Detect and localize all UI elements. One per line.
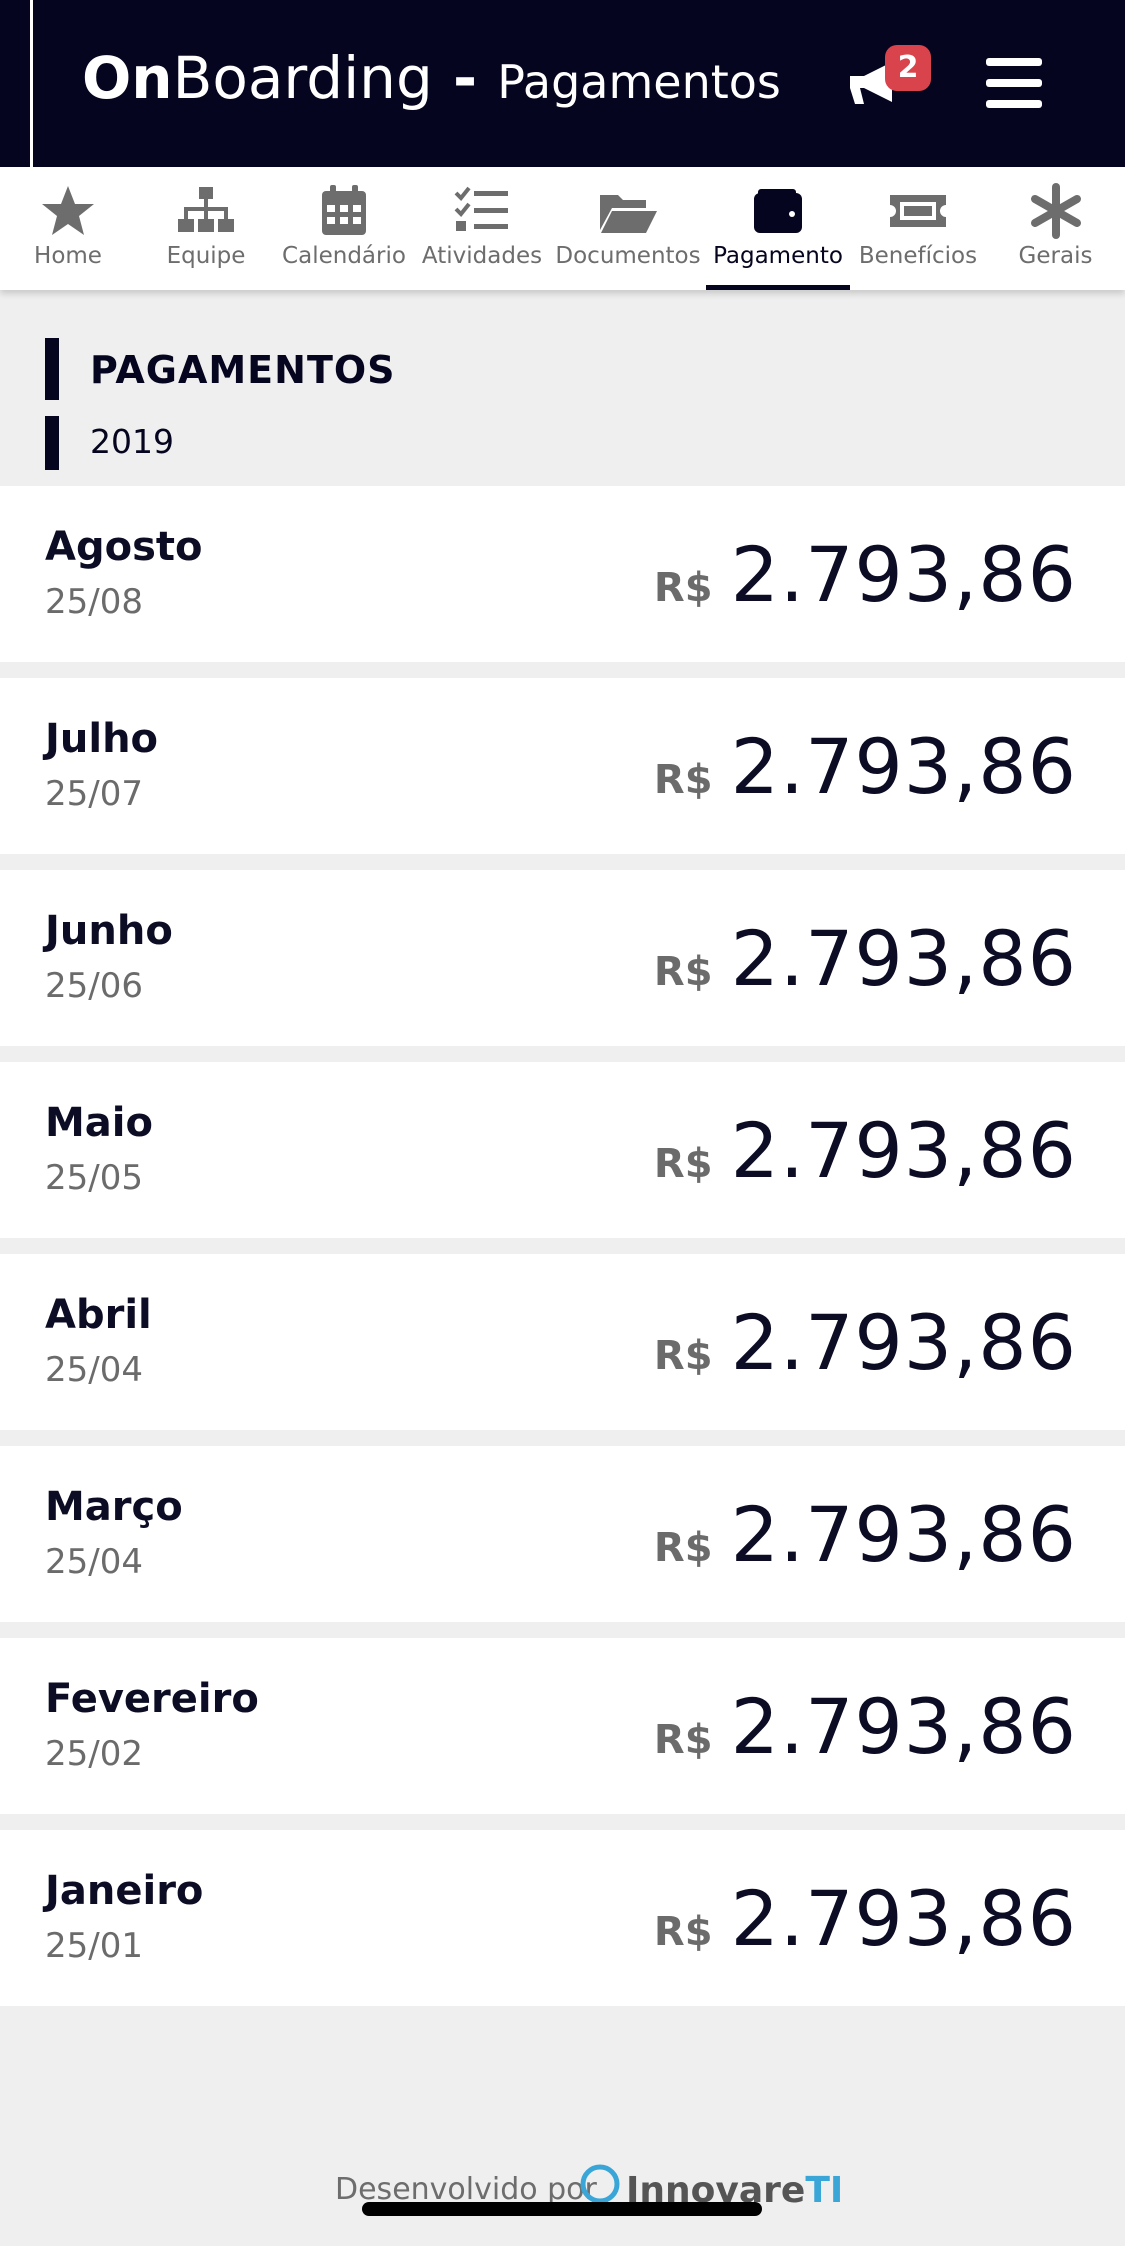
tab-label: Home [34, 243, 102, 269]
currency-symbol: R$ [653, 1525, 713, 1571]
payment-month: Janeiro [45, 1868, 204, 1914]
page-title: OnBoarding - Pagamentos [82, 44, 781, 112]
brand-on: On [82, 44, 173, 112]
amount-value: 2.793,86 [730, 1298, 1077, 1387]
payment-month: Maio [45, 1100, 153, 1146]
home-indicator[interactable] [362, 2202, 762, 2216]
payment-row[interactable]: Agosto 25/08 R$ 2.793,86 [0, 486, 1125, 662]
tab-gerais[interactable]: Gerais [986, 167, 1125, 290]
payment-row[interactable]: Janeiro 25/01 R$ 2.793,86 [0, 1830, 1125, 2006]
payment-row[interactable]: Junho 25/06 R$ 2.793,86 [0, 870, 1125, 1046]
hamburger-menu-icon[interactable] [986, 58, 1042, 108]
section-year: 2019 [90, 422, 174, 461]
payment-date: 25/05 [45, 1158, 143, 1198]
payment-amount: R$ 2.793,86 [654, 722, 1077, 811]
tab-label: Atividades [421, 243, 543, 269]
checklist-icon [454, 186, 508, 231]
wallet-icon [754, 189, 802, 233]
payment-month: Março [45, 1484, 183, 1530]
payment-amount: R$ 2.793,86 [654, 914, 1077, 1003]
payment-amount: R$ 2.793,86 [654, 530, 1077, 619]
star-icon [42, 186, 94, 235]
payment-amount: R$ 2.793,86 [654, 1874, 1077, 1963]
currency-symbol: R$ [653, 1717, 713, 1763]
tab-label: Pagamento [713, 243, 843, 269]
currency-symbol: R$ [653, 1333, 713, 1379]
innovare-logo-icon [580, 2164, 620, 2204]
tab-atividades[interactable]: Atividades [412, 167, 552, 290]
payment-date: 25/06 [45, 966, 143, 1006]
payment-date: 25/02 [45, 1734, 143, 1774]
payment-amount: R$ 2.793,86 [654, 1682, 1077, 1771]
payment-month: Fevereiro [45, 1676, 259, 1722]
org-chart-icon [178, 187, 234, 232]
payment-row[interactable]: Julho 25/07 R$ 2.793,86 [0, 678, 1125, 854]
amount-value: 2.793,86 [730, 530, 1077, 619]
payment-month: Julho [45, 716, 159, 762]
payment-amount: R$ 2.793,86 [654, 1490, 1077, 1579]
calendar-icon [322, 185, 366, 235]
section-title: PAGAMENTOS [90, 348, 396, 392]
folder-open-icon [600, 195, 657, 233]
tab-documentos[interactable]: Documentos [552, 167, 704, 290]
notification-badge[interactable]: 2 [885, 45, 931, 91]
payment-amount: R$ 2.793,86 [654, 1106, 1077, 1195]
currency-symbol: R$ [653, 1141, 713, 1187]
brand-boarding: Boarding [172, 44, 433, 112]
tab-label: Gerais [1018, 243, 1093, 269]
tab-beneficios[interactable]: Benefícios [850, 167, 986, 290]
payment-date: 25/04 [45, 1542, 143, 1582]
currency-symbol: R$ [653, 565, 713, 611]
currency-symbol: R$ [653, 949, 713, 995]
amount-value: 2.793,86 [730, 1490, 1077, 1579]
tab-pagamento[interactable]: Pagamento [706, 167, 850, 290]
payment-date: 25/08 [45, 582, 143, 622]
active-tab-underline [706, 285, 850, 290]
tab-bar: Home Equipe Calendário Atividades Docume… [0, 167, 1125, 290]
payment-month: Agosto [45, 524, 203, 570]
tab-label: Benefícios [858, 243, 978, 269]
tab-label: Equipe [166, 243, 246, 269]
tab-home[interactable]: Home [0, 167, 136, 290]
amount-value: 2.793,86 [730, 914, 1077, 1003]
ticket-icon [890, 195, 946, 227]
title-separator: - [432, 44, 498, 112]
amount-value: 2.793,86 [730, 1682, 1077, 1771]
tab-equipe[interactable]: Equipe [136, 167, 276, 290]
header-edge-line [30, 0, 33, 167]
currency-symbol: R$ [653, 1909, 713, 1955]
payment-date: 25/01 [45, 1926, 143, 1966]
payment-row[interactable]: Maio 25/05 R$ 2.793,86 [0, 1062, 1125, 1238]
section-accent-bar [45, 338, 59, 400]
title-section: Pagamentos [497, 55, 781, 109]
payment-row[interactable]: Fevereiro 25/02 R$ 2.793,86 [0, 1638, 1125, 1814]
payment-row[interactable]: Março 25/04 R$ 2.793,86 [0, 1446, 1125, 1622]
payment-amount: R$ 2.793,86 [654, 1298, 1077, 1387]
asterisk-icon [1030, 183, 1081, 239]
payment-date: 25/04 [45, 1350, 143, 1390]
payment-month: Junho [45, 908, 173, 954]
payment-month: Abril [45, 1292, 152, 1338]
amount-value: 2.793,86 [730, 1106, 1077, 1195]
payment-date: 25/07 [45, 774, 143, 814]
tab-calendario[interactable]: Calendário [276, 167, 412, 290]
section-accent-bar [45, 416, 59, 470]
payment-row[interactable]: Abril 25/04 R$ 2.793,86 [0, 1254, 1125, 1430]
amount-value: 2.793,86 [730, 1874, 1077, 1963]
tab-label: Documentos [555, 243, 701, 269]
currency-symbol: R$ [653, 757, 713, 803]
logo-accent: TI [805, 2170, 844, 2211]
tab-label: Calendário [282, 243, 406, 269]
amount-value: 2.793,86 [730, 722, 1077, 811]
app-header: OnBoarding - Pagamentos 2 [0, 0, 1125, 167]
